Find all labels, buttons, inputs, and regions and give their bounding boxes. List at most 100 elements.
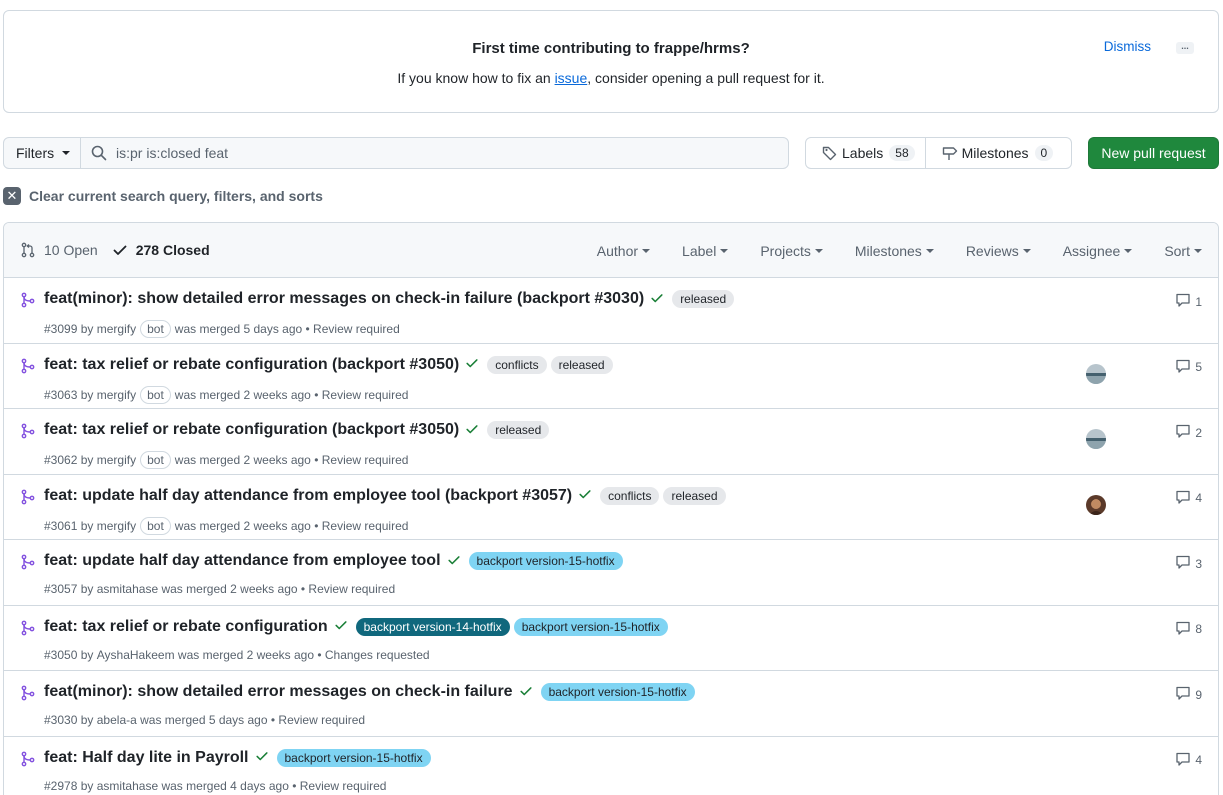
projects-filter-label: Projects (760, 242, 811, 259)
table-row[interactable]: feat: tax relief or rebate configuration… (4, 344, 1218, 409)
comment-count: 4 (1195, 753, 1202, 767)
comment-count: 1 (1195, 294, 1202, 309)
more-options-button[interactable]: ... (1176, 42, 1194, 54)
pr-label[interactable]: released (672, 290, 735, 308)
comments-link[interactable]: 1 (1175, 292, 1202, 311)
author-filter[interactable]: Author (597, 243, 651, 259)
list-header: 10 Open 278 Closed Author Label Projects… (4, 223, 1218, 278)
chevron-down-icon (62, 151, 71, 155)
search-box[interactable] (80, 137, 789, 169)
labels-count: 58 (889, 145, 915, 161)
table-row[interactable]: feat: update half day attendance from em… (4, 540, 1218, 606)
table-row[interactable]: feat: tax relief or rebate configuration… (4, 409, 1218, 475)
table-row[interactable]: feat: Half day lite in Payroll backport … (4, 737, 1218, 795)
pr-label[interactable]: backport version-15-hotfix (540, 683, 695, 701)
comments-link[interactable]: 3 (1175, 554, 1202, 573)
dismiss-button[interactable]: Dismiss (1104, 39, 1151, 54)
pr-title[interactable]: feat: tax relief or rebate configuration (44, 618, 328, 636)
milestones-button[interactable]: Milestones 0 (924, 138, 1064, 168)
pr-label[interactable]: released (663, 486, 726, 505)
table-row[interactable]: feat: tax relief or rebate configuration… (4, 606, 1218, 671)
pr-number: #2978 (44, 778, 78, 793)
reviews-filter-label: Reviews (965, 242, 1019, 259)
avatar[interactable] (1086, 363, 1106, 384)
comments-link[interactable]: 8 (1175, 620, 1202, 639)
comments-link[interactable]: 4 (1175, 489, 1202, 508)
pr-author[interactable]: AyshaHakeem (97, 648, 175, 662)
banner-title: First time contributing to frappe/hrms? (472, 40, 750, 57)
pr-number: #3057 (44, 582, 78, 596)
table-row[interactable]: feat(minor): show detailed error message… (4, 671, 1218, 737)
check-icon[interactable] (334, 618, 348, 635)
pr-label[interactable]: backport version-14-hotfix (355, 617, 510, 636)
pr-author[interactable]: mergify (97, 322, 136, 336)
search-input[interactable] (116, 145, 716, 161)
pull-request-icon (21, 242, 35, 258)
labels-button[interactable]: Labels 58 (806, 138, 925, 168)
pr-status: was merged 4 days ago • Review required (161, 778, 387, 793)
comments-link[interactable]: 4 (1175, 751, 1202, 770)
banner-text-before: If you know how to fix an (397, 70, 555, 86)
pr-label[interactable]: conflicts (487, 355, 547, 374)
projects-filter[interactable]: Projects (760, 243, 823, 259)
chevron-down-icon (1124, 248, 1133, 253)
assignee-filter[interactable]: Assignee (1063, 243, 1133, 259)
pr-author[interactable]: mergify (97, 388, 136, 402)
check-icon[interactable] (465, 356, 479, 373)
table-row[interactable]: feat: update half day attendance from em… (4, 475, 1218, 540)
merged-pr-icon (20, 489, 36, 508)
filters-button[interactable]: Filters (3, 137, 81, 169)
comment-icon (1175, 292, 1195, 311)
comments-link[interactable]: 2 (1175, 423, 1202, 442)
avatar[interactable] (1086, 494, 1106, 515)
pr-label[interactable]: released (487, 421, 550, 439)
check-icon[interactable] (447, 553, 461, 570)
pr-title[interactable]: feat: update half day attendance from em… (44, 487, 572, 505)
pr-title[interactable]: feat: update half day attendance from em… (44, 552, 441, 570)
pr-author[interactable]: abela-a (97, 713, 137, 727)
pr-label[interactable]: conflicts (600, 486, 660, 505)
sort-filter[interactable]: Sort (1164, 243, 1202, 259)
pr-status: was merged 2 weeks ago • Changes request… (177, 647, 430, 662)
avatar[interactable] (1086, 429, 1106, 449)
sort-filter-label: Sort (1164, 242, 1190, 259)
check-icon[interactable] (578, 487, 592, 504)
pr-label[interactable]: backport version-15-hotfix (468, 552, 623, 570)
pr-title[interactable]: feat: Half day lite in Payroll (44, 749, 249, 767)
pr-author[interactable]: mergify (97, 453, 136, 467)
check-icon[interactable] (465, 422, 479, 439)
labels-milestones-group: Labels 58 Milestones 0 (805, 137, 1072, 169)
pr-author[interactable]: mergify (97, 519, 136, 533)
milestones-filter[interactable]: Milestones (855, 243, 934, 259)
table-row[interactable]: feat(minor): show detailed error message… (4, 278, 1218, 344)
label-filter-label: Label (682, 242, 717, 259)
issue-link[interactable]: issue (555, 70, 588, 86)
pr-title[interactable]: feat(minor): show detailed error message… (44, 683, 513, 701)
pr-number: #3063 (44, 387, 78, 402)
comments-link[interactable]: 9 (1175, 685, 1202, 704)
check-icon[interactable] (519, 684, 533, 701)
reviews-filter[interactable]: Reviews (966, 243, 1031, 259)
pr-status: was merged 2 weeks ago • Review required (161, 582, 396, 596)
pr-title-line: feat: update half day attendance from em… (44, 486, 726, 505)
new-pull-request-button[interactable]: New pull request (1088, 137, 1219, 169)
pr-author[interactable]: asmitahase (97, 582, 158, 596)
pr-label[interactable]: released (550, 355, 613, 374)
closed-filter[interactable]: 278 Closed (112, 242, 210, 258)
pr-label[interactable]: backport version-15-hotfix (513, 617, 668, 636)
pr-author[interactable]: asmitahase (97, 779, 158, 793)
label-filter[interactable]: Label (682, 242, 729, 259)
open-filter[interactable]: 10 Open (20, 242, 98, 258)
check-icon[interactable] (650, 291, 664, 308)
pr-status: was merged 2 weeks ago • Review required (174, 518, 409, 533)
pr-meta: #3030 by abela-a was merged 5 days ago •… (44, 713, 365, 727)
comment-count: 5 (1195, 360, 1202, 374)
check-icon[interactable] (255, 749, 269, 766)
comments-link[interactable]: 5 (1175, 358, 1202, 377)
pr-title[interactable]: feat: tax relief or rebate configuration… (44, 356, 459, 374)
pr-title[interactable]: feat: tax relief or rebate configuration… (44, 421, 459, 439)
pr-title[interactable]: feat(minor): show detailed error message… (44, 290, 644, 308)
pr-label[interactable]: backport version-15-hotfix (276, 748, 431, 767)
clear-search-button[interactable]: ✕ Clear current search query, filters, a… (3, 187, 323, 205)
merged-pr-icon (20, 751, 36, 770)
